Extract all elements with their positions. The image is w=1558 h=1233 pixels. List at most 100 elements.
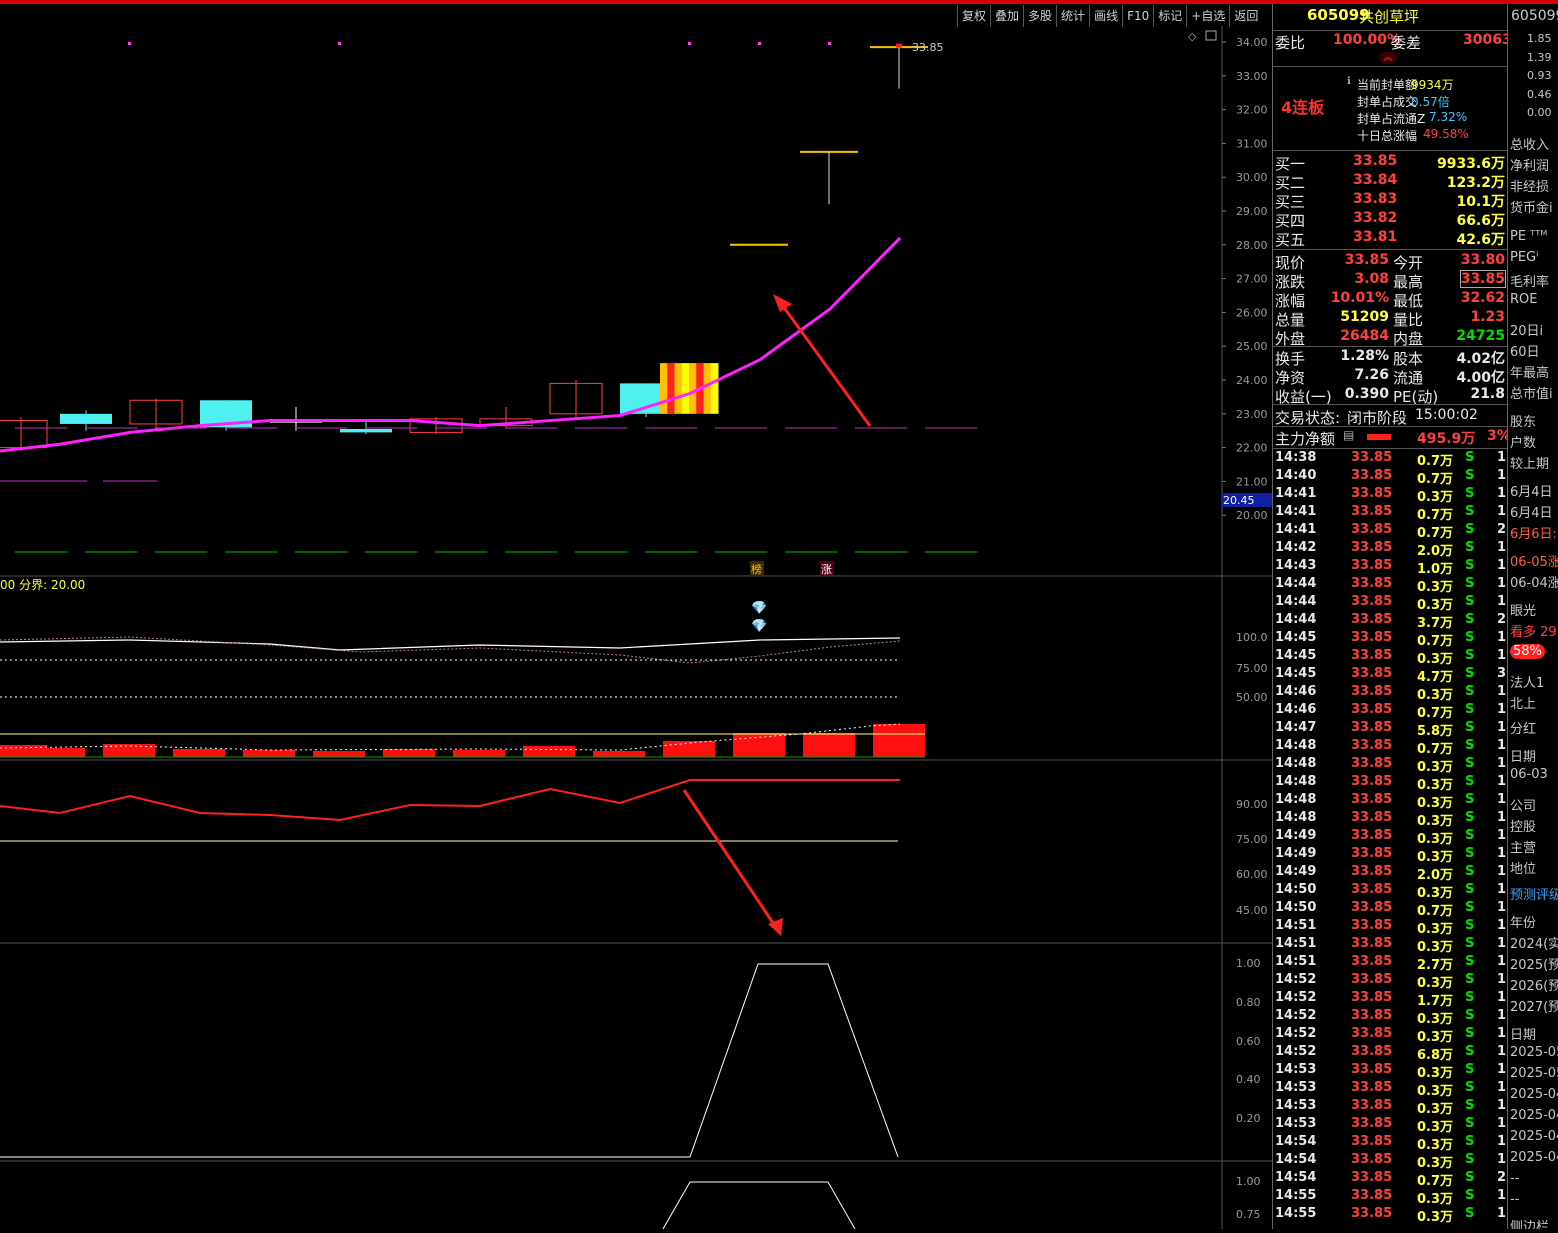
far-item[interactable]: 法人1	[1510, 672, 1544, 691]
far-item[interactable]: 58%	[1510, 644, 1545, 659]
far-item[interactable]: 06-04涨	[1510, 572, 1558, 591]
far-item[interactable]: 06-03	[1510, 767, 1548, 782]
window-icon[interactable]	[1205, 30, 1217, 41]
toolbar-button-4[interactable]: 画线	[1089, 5, 1122, 27]
tick-price: 33.85	[1351, 990, 1393, 1005]
candle-body	[0, 420, 48, 449]
quote-value: 1.23	[1470, 309, 1505, 325]
far-item[interactable]: 06-05涨	[1510, 551, 1558, 570]
far-item[interactable]: 主营	[1510, 837, 1536, 856]
far-value: 0.93	[1527, 69, 1552, 82]
far-item[interactable]: 分红	[1510, 718, 1536, 737]
far-item[interactable]: 2025-05	[1510, 1066, 1558, 1081]
far-item[interactable]: 日期	[1510, 746, 1536, 765]
tick-price: 33.85	[1351, 1116, 1393, 1131]
tick-volume: 0.3万	[1417, 1138, 1454, 1153]
far-item[interactable]: 公司	[1510, 795, 1536, 814]
tick-volume: 0.3万	[1417, 490, 1454, 505]
toolbar-button-0[interactable]: 复权	[957, 5, 990, 27]
bid-row[interactable]: 买四 33.82 66.6万	[1273, 210, 1507, 230]
quote-label: 最高	[1393, 273, 1424, 291]
toolbar-button-8[interactable]: 返回	[1229, 5, 1262, 27]
toolbar-button-6[interactable]: 标记	[1153, 5, 1186, 27]
quote-label: 净资	[1275, 369, 1306, 387]
far-item[interactable]: 北上	[1510, 693, 1536, 712]
volume-bar	[33, 748, 85, 757]
far-item[interactable]: --	[1510, 1171, 1519, 1186]
far-item[interactable]: 2024(实	[1510, 933, 1558, 952]
tick-time: 14:41	[1275, 486, 1317, 501]
tick-volume: 2.0万	[1417, 868, 1454, 883]
toolbar-button-3[interactable]: 统计	[1056, 5, 1089, 27]
tick-count: 1	[1497, 990, 1507, 1005]
bid-row[interactable]: 买一 33.85 9933.6万	[1273, 153, 1507, 173]
tick-side: S	[1465, 1062, 1475, 1077]
far-item[interactable]: 日期	[1510, 1024, 1536, 1043]
far-item[interactable]: 2026(预	[1510, 975, 1558, 994]
tick-row: 14:55 33.85 0.3万 S 1	[1273, 1206, 1507, 1225]
far-item[interactable]: 看多 29	[1510, 621, 1557, 640]
far-item[interactable]: 户数	[1510, 432, 1536, 451]
far-item[interactable]: 20日i	[1510, 320, 1543, 339]
bid-row[interactable]: 买三 33.83 10.1万	[1273, 191, 1507, 211]
far-item[interactable]: 年份	[1510, 912, 1536, 931]
toolbar-button-2[interactable]: 多股	[1023, 5, 1056, 27]
tick-side: S	[1465, 828, 1475, 843]
far-item[interactable]: 2025-04	[1510, 1129, 1558, 1144]
toolbar-button-1[interactable]: 叠加	[990, 5, 1023, 27]
far-item[interactable]: 2027(预	[1510, 996, 1558, 1015]
far-item[interactable]: 非经损	[1510, 176, 1549, 195]
toolbar-button-5[interactable]: F10	[1122, 5, 1153, 27]
far-item[interactable]: 总市值i	[1510, 383, 1553, 402]
far-item[interactable]: 侧边栏	[1510, 1216, 1549, 1229]
far-item[interactable]: 2025-04	[1510, 1087, 1558, 1102]
tick-side: S	[1465, 1170, 1475, 1185]
far-item[interactable]: 预测评级	[1510, 884, 1558, 903]
far-item[interactable]: 2025-04	[1510, 1150, 1558, 1165]
far-item[interactable]: 股东	[1510, 411, 1536, 430]
collapse-chevron-icon[interactable]: ︽	[1379, 52, 1397, 64]
sub-axis-tick: 45.00	[1236, 904, 1268, 917]
diamond-icon[interactable]: ◇	[1188, 30, 1197, 43]
far-item[interactable]: 2025-05	[1510, 1045, 1558, 1060]
far-item[interactable]: PE ᵀᵀᴹ	[1510, 229, 1547, 244]
far-item[interactable]: 6月6日:	[1510, 523, 1557, 542]
board-line-value: 9934万	[1411, 78, 1454, 92]
far-item[interactable]: 6月4日	[1510, 481, 1553, 500]
status-time: 15:00:02	[1415, 407, 1478, 423]
far-item[interactable]: 货币金i	[1510, 197, 1553, 216]
far-item[interactable]: 年最高	[1510, 362, 1549, 381]
list-icon[interactable]: ▤	[1343, 428, 1354, 442]
bid-row[interactable]: 买五 33.81 42.6万	[1273, 229, 1507, 249]
far-item[interactable]: 地位	[1510, 858, 1536, 877]
bid-volume: 9933.6万	[1436, 156, 1505, 172]
far-item[interactable]: 净利润	[1510, 155, 1549, 174]
osc-line-dotted	[0, 636, 901, 664]
far-item[interactable]: 控股	[1510, 816, 1536, 835]
far-item[interactable]: 毛利率	[1510, 271, 1549, 290]
price-axis-tick: 28.00	[1236, 239, 1268, 252]
tick-volume: 1.7万	[1417, 994, 1454, 1009]
quote-panel: 605099 共创草坪 委比 100.00% 委差 30063 ︽ 4连板 ℹ …	[1272, 4, 1508, 1229]
kline-chart-area[interactable]: 34.00 33.00 32.00 31.00 30.00 29.00 28.00 27.00…	[0, 26, 1272, 1230]
tick-count: 1	[1497, 450, 1507, 465]
far-item[interactable]: 眼光	[1510, 600, 1536, 619]
far-item[interactable]: 6月4日	[1510, 502, 1553, 521]
toolbar-button-7[interactable]: +自选	[1186, 5, 1229, 27]
candle-body	[60, 413, 112, 424]
far-item[interactable]: 2025(预	[1510, 954, 1558, 973]
kline-chart-svg[interactable]: 34.00 33.00 32.00 31.00 30.00 29.00 28.00 27.00…	[0, 26, 1272, 1230]
far-item[interactable]: --	[1510, 1192, 1519, 1207]
far-item[interactable]: PEGⁱ	[1510, 250, 1538, 265]
far-item[interactable]: 2025-04	[1510, 1108, 1558, 1123]
tick-count: 1	[1497, 1188, 1507, 1203]
tick-count: 1	[1497, 1134, 1507, 1149]
far-item[interactable]: 总收入	[1510, 134, 1549, 153]
tick-count: 1	[1497, 1098, 1507, 1113]
bid-row[interactable]: 买二 33.84 123.2万	[1273, 172, 1507, 192]
tick-count: 1	[1497, 594, 1507, 609]
far-item[interactable]: ROE	[1510, 292, 1537, 307]
tick-row: 14:52 33.85 6.8万 S 1	[1273, 1044, 1507, 1063]
far-item[interactable]: 较上期	[1510, 453, 1549, 472]
far-item[interactable]: 60日	[1510, 341, 1540, 360]
